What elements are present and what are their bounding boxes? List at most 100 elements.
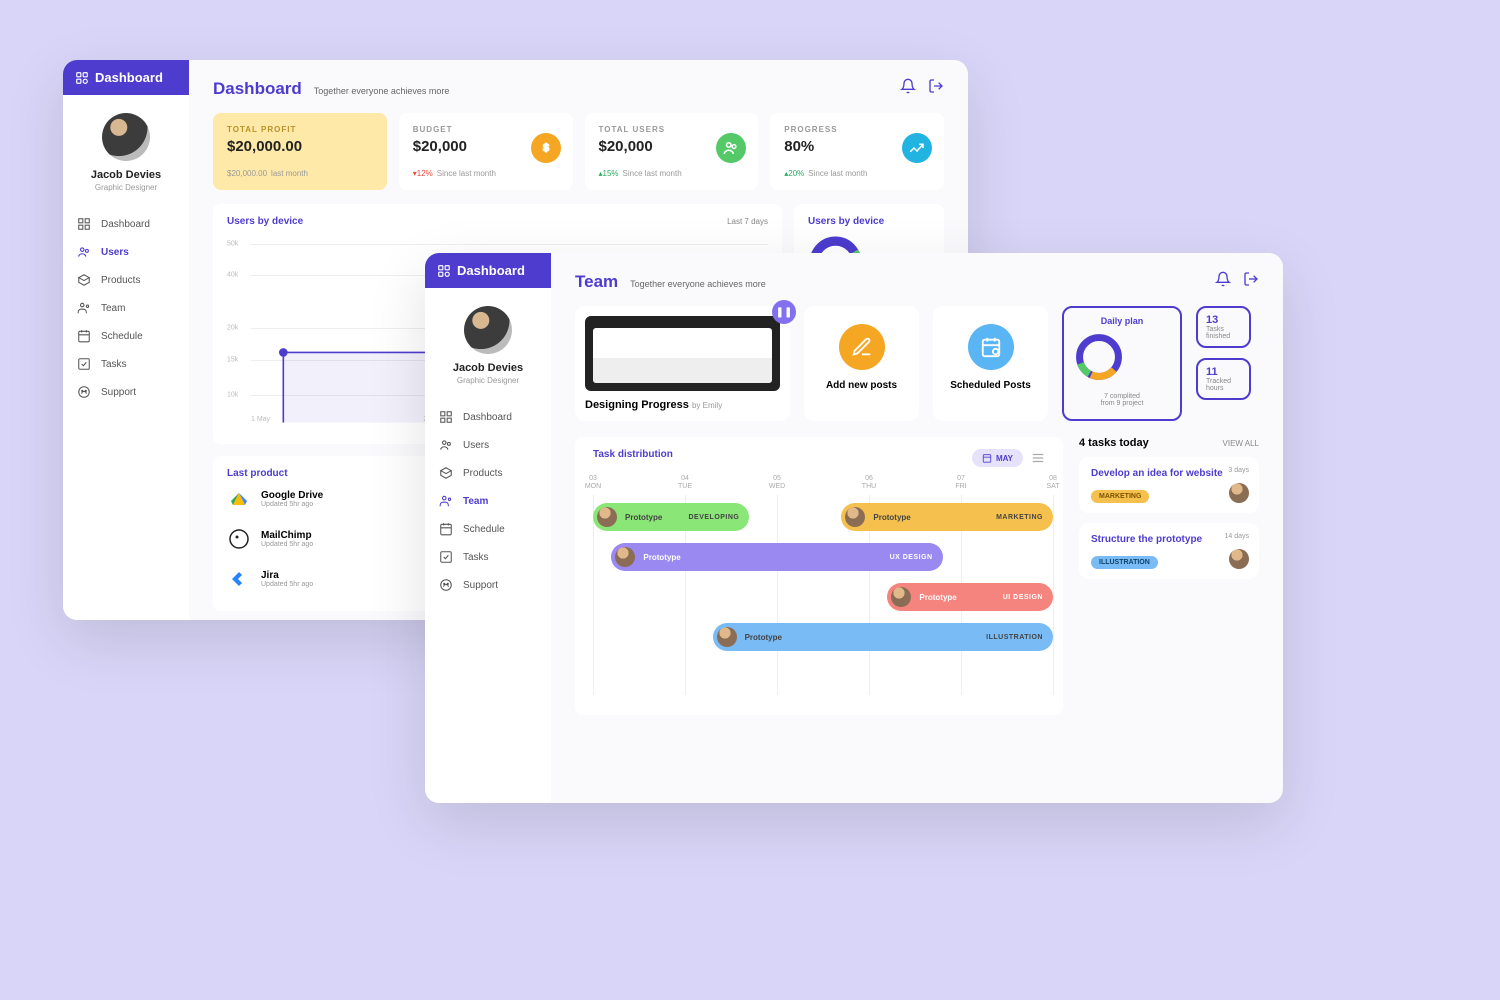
nav-item-dashboard[interactable]: Dashboard (425, 403, 551, 431)
sidebar: Dashboard Jacob Devies Graphic Designer … (425, 253, 551, 803)
gantt-day: 07FRI (955, 475, 966, 492)
avatar[interactable] (464, 306, 512, 354)
mini-label: Tracked hours (1206, 378, 1241, 392)
add-post-tile[interactable]: Add new posts (804, 306, 919, 421)
tiles-row: ❚❚ Designing Progress by Emily Add new p… (575, 306, 1259, 421)
team-icon (77, 301, 91, 315)
tasks-finished-card: 13 Tasks finished (1196, 306, 1251, 348)
y-tick: 40k (227, 272, 238, 279)
video-tile[interactable]: ❚❚ Designing Progress by Emily (575, 306, 790, 421)
gantt-bar[interactable]: PrototypeUI DESIGN (887, 583, 1053, 611)
bell-icon[interactable] (900, 78, 916, 94)
plan-title: Daily plan (1074, 316, 1170, 326)
stat-icon: $ (531, 133, 561, 163)
task-card[interactable]: Develop an idea for website3 daysMARKETI… (1079, 457, 1259, 513)
product-name: Jira (261, 570, 313, 581)
daily-plan-card: Daily plan 7 complited from 9 project (1062, 306, 1182, 421)
stat-label: BUDGET (413, 125, 559, 134)
nav-item-users[interactable]: Users (425, 431, 551, 459)
gantt-bar[interactable]: PrototypeUX DESIGN (611, 543, 942, 571)
nav-item-users[interactable]: Users (63, 238, 189, 266)
nav-item-team[interactable]: Team (63, 294, 189, 322)
stats-row: TOTAL PROFIT$20,000.00$20,000.00last mon… (213, 113, 944, 190)
mini-num: 11 (1206, 366, 1241, 378)
nav-item-schedule[interactable]: Schedule (425, 515, 551, 543)
stat-label: TOTAL USERS (599, 125, 745, 134)
nav-label: Team (101, 303, 125, 314)
video-preview (585, 316, 780, 391)
nav-item-tasks[interactable]: Tasks (63, 350, 189, 378)
logout-icon[interactable] (928, 78, 944, 94)
nav-item-products[interactable]: Products (425, 459, 551, 487)
products-icon (439, 466, 453, 480)
product-time: Updated 5hr ago (261, 501, 323, 508)
brand-label: Dashboard (95, 70, 163, 85)
scheduled-tile[interactable]: Scheduled Posts (933, 306, 1048, 421)
bell-icon[interactable] (1215, 271, 1231, 287)
sidebar-brand[interactable]: Dashboard (425, 253, 551, 288)
users-icon (77, 245, 91, 259)
bar-tag: ILLUSTRATION (986, 634, 1043, 641)
avatar (717, 627, 737, 647)
stat-card: TOTAL PROFIT$20,000.00$20,000.00last mon… (213, 113, 387, 190)
nav-label: Tasks (463, 552, 489, 563)
gantt-bar[interactable]: Prototype ILLUSTRATION (713, 623, 1053, 651)
nav-item-products[interactable]: Products (63, 266, 189, 294)
nav-item-support[interactable]: Support (425, 571, 551, 599)
logout-icon[interactable] (1243, 271, 1259, 287)
chart-period[interactable]: Last 7 days (727, 217, 768, 226)
mini-label: Tasks finished (1206, 326, 1241, 340)
pause-icon[interactable]: ❚❚ (772, 300, 796, 324)
plan-line1: 7 complited (1074, 393, 1170, 400)
schedule-icon (77, 329, 91, 343)
menu-icon[interactable] (1031, 451, 1045, 465)
gantt-day: 05WED (769, 475, 785, 492)
calendar-icon (982, 453, 992, 463)
tasks-icon (439, 550, 453, 564)
nav-label: Products (101, 275, 140, 286)
task-card[interactable]: Structure the prototype14 daysILLUSTRATI… (1079, 523, 1259, 579)
bar-label: Prototype (873, 513, 910, 522)
avatar[interactable] (102, 113, 150, 161)
stat-card: BUDGET$20,000▾12%Since last month$ (399, 113, 573, 190)
nav-label: Team (463, 496, 488, 507)
sidebar-brand[interactable]: Dashboard (63, 60, 189, 95)
brand-label: Dashboard (457, 263, 525, 278)
nav-item-support[interactable]: Support (63, 378, 189, 406)
tracked-hours-card: 11 Tracked hours (1196, 358, 1251, 400)
month-selector[interactable]: MAY (972, 449, 1023, 467)
nav-item-dashboard[interactable]: Dashboard (63, 210, 189, 238)
bar-label: Prototype (643, 553, 680, 562)
bar-tag: MARKETING (996, 514, 1043, 521)
gantt-card: Task distribution MAY 03MON04TUE05WED06T… (575, 437, 1063, 715)
view-all-link[interactable]: VIEW ALL (1223, 439, 1259, 448)
task-chip: MARKETING (1091, 490, 1149, 503)
gantt-day: 03MON (585, 475, 601, 492)
tile-label: Add new posts (814, 380, 909, 391)
nav-item-team[interactable]: Team (425, 487, 551, 515)
tasks-today: 4 tasks today VIEW ALL Develop an idea f… (1079, 437, 1259, 715)
avatar (845, 507, 865, 527)
y-tick: 15k (227, 356, 238, 363)
nav: DashboardUsers Products Team Schedule Tasks S… (425, 397, 551, 605)
gantt-day: 04TUE (678, 475, 692, 492)
bar-label: Prototype (745, 633, 782, 642)
bar-tag: DEVELOPING (688, 514, 739, 521)
stat-meta: ▾12%Since last month (413, 169, 559, 178)
support-icon (77, 385, 91, 399)
gantt-day: 06THU (862, 475, 876, 492)
plan-line2: from 9 project (1074, 400, 1170, 407)
nav-item-schedule[interactable]: Schedule (63, 322, 189, 350)
nav: DashboardUsers Products Team ScheduleTasksS… (63, 204, 189, 412)
gantt-bar[interactable]: PrototypeDEVELOPING (593, 503, 749, 531)
chart-title: Users by device (227, 216, 303, 227)
dashboard-icon (77, 217, 91, 231)
task-days: 14 days (1224, 533, 1249, 540)
bar-tag: UI DESIGN (1003, 594, 1043, 601)
gantt-bar[interactable]: Prototype MARKETING (841, 503, 1053, 531)
nav-label: Products (463, 468, 502, 479)
nav-item-tasks[interactable]: Tasks (425, 543, 551, 571)
stat-card: PROGRESS80%▴20%Since last month (770, 113, 944, 190)
product-icon (227, 527, 251, 551)
support-icon (439, 578, 453, 592)
